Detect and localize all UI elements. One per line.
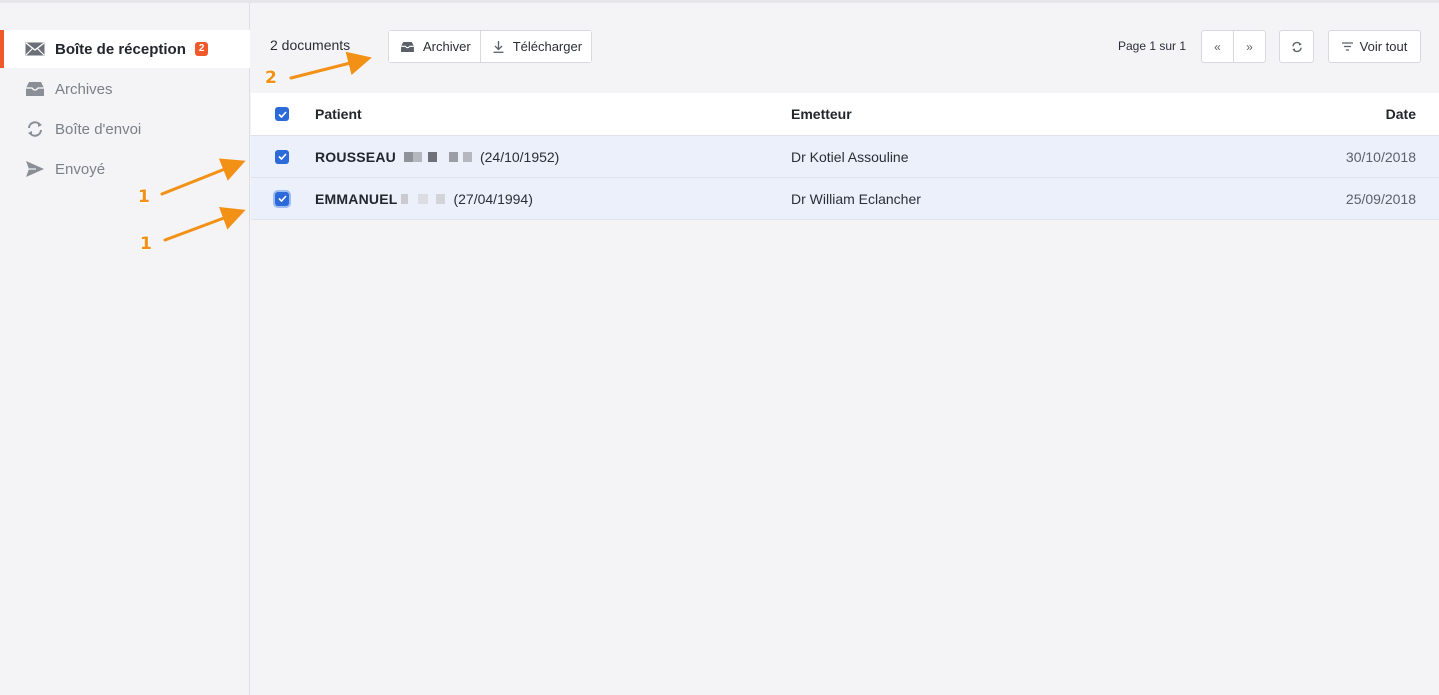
sidebar-item-label: Boîte d'envoi	[55, 120, 142, 138]
envelope-icon	[24, 40, 46, 58]
emetteur-cell: Dr William Eclancher	[791, 190, 921, 207]
unread-count-badge: 2	[194, 42, 209, 56]
date-cell: 25/09/2018	[1345, 190, 1416, 207]
annotation-label-1: 1	[138, 187, 150, 207]
row-checkbox[interactable]	[275, 149, 289, 164]
table-row[interactable]: ROUSSEAU (24/10/1952) Dr Kotiel Assoulin…	[251, 136, 1439, 178]
archive-button-label: Archiver	[423, 39, 471, 54]
sidebar-item-label: Archives	[55, 80, 113, 98]
download-button[interactable]: Télécharger	[479, 31, 592, 62]
patient-name: ROUSSEAU	[315, 148, 396, 165]
documents-table: Patient Emetteur Date ROUSSEAU (24/10/19…	[251, 93, 1439, 220]
annotation-label-2: 2	[265, 68, 277, 88]
select-all-checkbox[interactable]	[275, 107, 289, 121]
sidebar-item-archives[interactable]: Archives	[0, 70, 250, 108]
row-select-cell	[275, 178, 289, 219]
sync-icon	[24, 120, 46, 138]
sidebar-item-sent[interactable]: Envoyé	[0, 150, 250, 188]
redacted-firstname	[403, 151, 472, 162]
check-icon	[277, 110, 287, 118]
select-all-cell	[275, 93, 289, 135]
view-all-label: Voir tout	[1359, 39, 1408, 54]
pagination-label: Page 1 sur 1	[1118, 39, 1187, 53]
patient-cell: EMMANUEL (27/04/1994)	[315, 178, 533, 219]
row-checkbox[interactable]	[275, 191, 289, 206]
next-page-button[interactable]: »	[1233, 31, 1265, 62]
emetteur-cell: Dr Kotiel Assouline	[791, 148, 909, 165]
previous-page-button[interactable]: «	[1202, 31, 1233, 62]
archive-button[interactable]: Archiver	[389, 31, 480, 62]
sidebar-item-label: Envoyé	[55, 160, 106, 178]
table-row[interactable]: EMMANUEL (27/04/1994) Dr William Eclanch…	[251, 178, 1439, 220]
redacted-firstname	[401, 193, 446, 204]
download-icon	[493, 40, 504, 53]
column-header-date[interactable]: Date	[1386, 93, 1416, 135]
check-icon	[277, 153, 287, 160]
filter-icon	[1341, 42, 1353, 51]
document-count: 2 documents	[270, 37, 351, 53]
row-select-cell	[275, 136, 289, 177]
inbox-tray-icon	[401, 41, 414, 52]
date-cell: 30/10/2018	[1345, 148, 1416, 165]
column-header-emetteur[interactable]: Emetteur	[791, 93, 852, 135]
annotation-label-1: 1	[140, 234, 152, 254]
download-button-label: Télécharger	[512, 39, 583, 54]
patient-birthdate: (27/04/1994)	[453, 190, 533, 207]
paper-plane-icon	[24, 160, 46, 178]
sidebar-item-label: Boîte de réception	[55, 40, 186, 58]
refresh-icon	[1291, 41, 1303, 53]
sidebar-item-inbox[interactable]: Boîte de réception 2	[0, 30, 250, 68]
sidebar-item-outbox[interactable]: Boîte d'envoi	[0, 110, 250, 148]
table-header-row: Patient Emetteur Date	[251, 93, 1439, 136]
check-icon	[277, 195, 287, 202]
bulk-actions-group: Archiver Télécharger	[388, 30, 593, 63]
pagination-controls: « »	[1201, 30, 1266, 63]
refresh-button[interactable]	[1279, 30, 1314, 63]
document-list-panel: 2 documents Archiver Télécharger Page 1 …	[251, 3, 1439, 695]
sidebar: Boîte de réception 2 Archives Boîte d'en…	[0, 3, 250, 695]
view-all-button[interactable]: Voir tout	[1328, 30, 1421, 63]
column-header-patient[interactable]: Patient	[315, 93, 362, 135]
patient-birthdate: (24/10/1952)	[479, 148, 560, 165]
patient-name: EMMANUEL	[315, 190, 398, 207]
patient-cell: ROUSSEAU (24/10/1952)	[315, 136, 559, 177]
inbox-tray-icon	[24, 80, 46, 98]
